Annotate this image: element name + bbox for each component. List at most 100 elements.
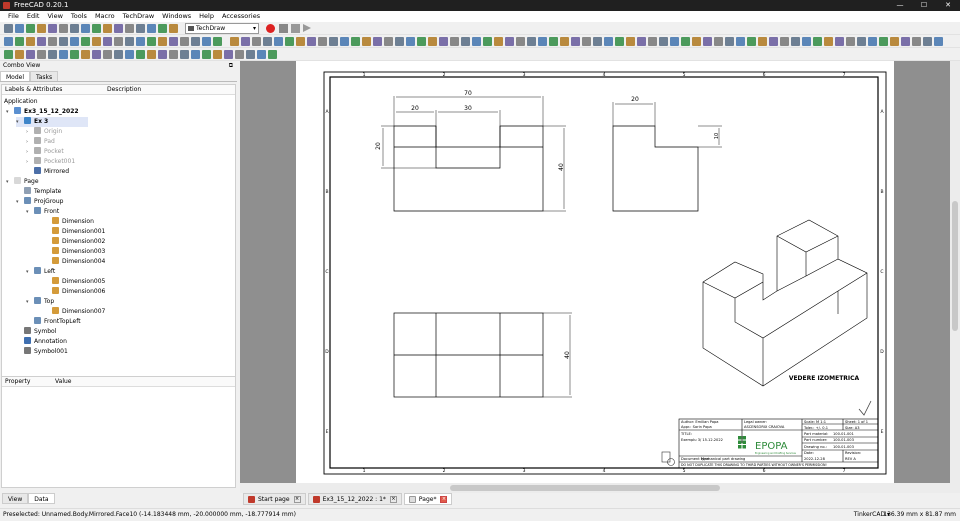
menu-accessories[interactable]: Accessories [218,11,264,22]
toolbar-tool-icon[interactable] [180,37,189,46]
toolbar-tool-icon[interactable] [516,37,525,46]
toolbar-tool-icon[interactable] [736,37,745,46]
toolbar-tool-icon[interactable] [213,37,222,46]
toolbar-tool-icon[interactable] [158,37,167,46]
toolbar-tool-icon[interactable] [560,37,569,46]
techdraw-page-view[interactable]: 1 2 3 4 5 6 7 1 2 3 4 5 6 7 A B C D E A … [240,61,950,493]
menu-techdraw[interactable]: TechDraw [119,11,159,22]
expand-arrow-icon[interactable]: › [26,147,34,157]
toolbar-tool-icon[interactable] [648,37,657,46]
expand-arrow-icon[interactable]: › [26,157,34,167]
toolbar-tool-icon[interactable] [180,50,189,59]
expand-arrow-icon[interactable]: ▾ [6,177,14,187]
toolbar-tool-icon[interactable] [340,37,349,46]
tree-item[interactable]: FrontTopLeft [26,317,81,327]
toolbar-tool-icon[interactable] [114,37,123,46]
toolbar-tool-icon[interactable] [769,37,778,46]
toolbar-tool-icon[interactable] [252,37,261,46]
toolbar-tool-icon[interactable] [703,37,712,46]
toolbar-tool-icon[interactable] [406,37,415,46]
undock-icon[interactable]: ⧉ [229,61,233,71]
menu-help[interactable]: Help [195,11,218,22]
toolbar-tool-icon[interactable] [538,37,547,46]
workbench-selector[interactable]: TechDraw ▾ [185,23,259,34]
tree-item[interactable]: Dimension001 [44,227,105,237]
toolbar-tool-icon[interactable] [307,37,316,46]
toolbar-tool-icon[interactable] [351,37,360,46]
toolbar-tool-icon[interactable] [268,50,277,59]
toolbar-tool-icon[interactable] [70,24,79,33]
toolbar-tool-icon[interactable] [257,50,266,59]
toolbar-tool-icon[interactable] [725,37,734,46]
toolbar-tool-icon[interactable] [230,37,239,46]
tab-model[interactable]: Model [0,71,31,81]
toolbar-tool-icon[interactable] [846,37,855,46]
toolbar-tool-icon[interactable] [158,24,167,33]
toolbar-tool-icon[interactable] [15,50,24,59]
toolbar-tool-icon[interactable] [912,37,921,46]
toolbar-tool-icon[interactable] [549,37,558,46]
toolbar-tool-icon[interactable] [868,37,877,46]
tab-start-page[interactable]: Start page × [243,493,306,505]
toolbar-tool-icon[interactable] [615,37,624,46]
toolbar-tool-icon[interactable] [659,37,668,46]
menu-edit[interactable]: Edit [23,11,44,22]
tree-item[interactable]: › Pad [26,137,55,147]
toolbar-tool-icon[interactable] [26,50,35,59]
tree-item[interactable]: ▾ Ex 3 [16,117,89,127]
toolbar-tool-icon[interactable] [70,37,79,46]
toolbar-tool-icon[interactable] [169,24,178,33]
toolbar-tool-icon[interactable] [571,37,580,46]
labels-column-header[interactable]: Labels & Attributes [2,85,104,94]
toolbar-tool-icon[interactable] [15,37,24,46]
close-icon[interactable]: × [440,495,448,503]
toolbar-tool-icon[interactable] [114,50,123,59]
toolbar-tool-icon[interactable] [747,37,756,46]
toolbar-tool-icon[interactable] [505,37,514,46]
toolbar-tool-icon[interactable] [780,37,789,46]
menu-windows[interactable]: Windows [158,11,195,22]
toolbar-tool-icon[interactable] [593,37,602,46]
toolbar-tool-icon[interactable] [37,50,46,59]
maximize-button[interactable]: ☐ [912,0,936,11]
tab-ex3-document[interactable]: Ex3_15_12_2022 : 1* × [307,493,402,505]
toolbar-tool-icon[interactable] [136,37,145,46]
toolbar-tool-icon[interactable] [70,50,79,59]
toolbar-tool-icon[interactable] [395,37,404,46]
vertical-scrollbar[interactable] [950,61,960,493]
expand-arrow-icon[interactable]: › [26,137,34,147]
toolbar-tool-icon[interactable] [48,50,57,59]
minimize-button[interactable]: — [888,0,912,11]
toolbar-tool-icon[interactable] [81,24,90,33]
toolbar-tool-icon[interactable] [59,37,68,46]
toolbar-tool-icon[interactable] [527,37,536,46]
tree-item[interactable]: › Origin [26,127,62,137]
toolbar-tool-icon[interactable] [59,24,68,33]
toolbar-tool-icon[interactable] [802,37,811,46]
toolbar-tool-icon[interactable] [714,37,723,46]
toolbar-tool-icon[interactable] [494,37,503,46]
toolbar-tool-icon[interactable] [681,37,690,46]
toolbar-tool-icon[interactable] [147,24,156,33]
toolbar-tool-icon[interactable] [4,50,13,59]
macro-record-icon[interactable] [266,24,275,33]
expand-arrow-icon[interactable]: ▾ [16,117,24,127]
toolbar-tool-icon[interactable] [235,50,244,59]
close-icon[interactable]: × [389,495,397,503]
macro-edit-icon[interactable] [291,24,300,33]
toolbar-tool-icon[interactable] [191,50,200,59]
tree-item[interactable]: Dimension002 [44,237,105,247]
toolbar-tool-icon[interactable] [26,37,35,46]
toolbar-tool-icon[interactable] [15,24,24,33]
toolbar-tool-icon[interactable] [169,50,178,59]
expand-arrow-icon[interactable]: ▾ [6,107,14,117]
tree-item[interactable]: Dimension007 [44,307,105,317]
toolbar-tool-icon[interactable] [758,37,767,46]
toolbar-tool-icon[interactable] [213,50,222,59]
toolbar-tool-icon[interactable] [48,24,57,33]
toolbar-tool-icon[interactable] [934,37,943,46]
toolbar-tool-icon[interactable] [692,37,701,46]
toolbar-tool-icon[interactable] [147,50,156,59]
toolbar-tool-icon[interactable] [92,37,101,46]
vertical-scroll-thumb[interactable] [952,201,958,331]
